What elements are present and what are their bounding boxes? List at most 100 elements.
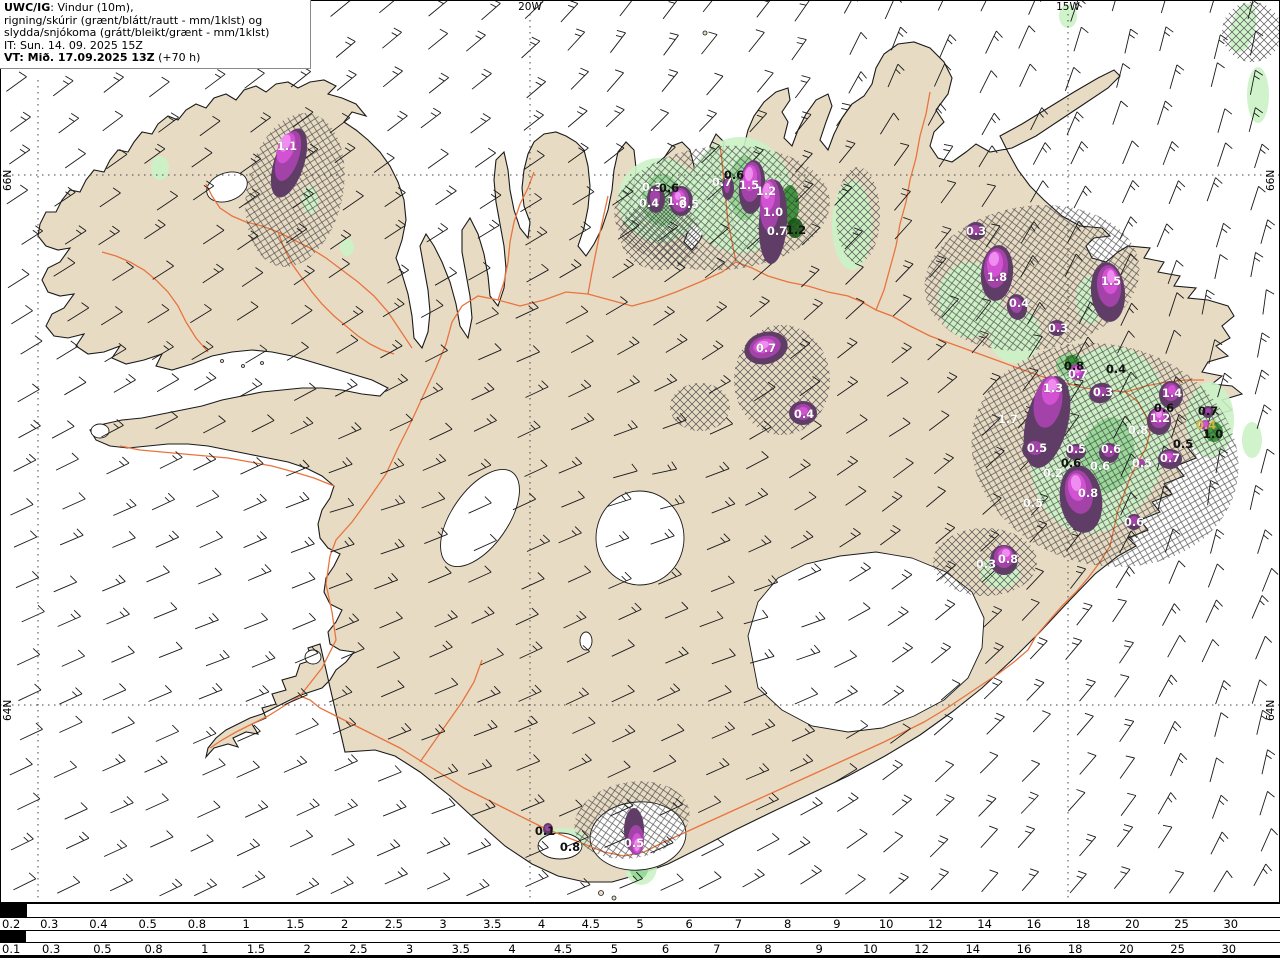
- colorbar-tick-label: 1.5: [246, 942, 266, 956]
- precip-value-label: 0.6: [1124, 515, 1144, 529]
- colorbar-tick-label: 4.5: [581, 917, 600, 931]
- precip-value-label: 1.8: [987, 270, 1007, 284]
- glacier: [595, 490, 685, 586]
- precip-value-label: 0.2: [1043, 466, 1063, 480]
- island: [241, 364, 245, 368]
- colorbar-sleet-snow-labels: 0.2 0.3 0.4 0.5 0.8 1 1.5 2 2.5 3 3.5 4 4.5 5 6 7 8 9 10 12…: [0, 917, 1280, 931]
- parallel-label: 66N: [2, 170, 14, 191]
- colorbar-tick-label: 20: [1119, 942, 1134, 956]
- colorbar-tick-label: 0.2: [2, 917, 21, 931]
- colorbar-tick-label: 18: [1075, 917, 1091, 931]
- colorbar-tick-label: 4: [537, 917, 546, 931]
- colorbar-tick-label: 14: [977, 917, 992, 931]
- green-precip-area: [151, 156, 169, 180]
- parallel-label: 64N: [1265, 700, 1277, 721]
- glacier: [90, 423, 110, 439]
- glacier: [304, 649, 322, 665]
- colorbar-tick-label: 10: [863, 942, 878, 956]
- colorbar-tick-label: 25: [1170, 942, 1185, 956]
- precip-value-label: 0.8: [1078, 486, 1098, 500]
- precip-value-label: 0.5: [1023, 496, 1043, 510]
- colorbar-tick-label: 9: [815, 942, 823, 956]
- colorbar-tick-label: 20: [1124, 917, 1140, 931]
- colorbar-tick-label: 9: [833, 917, 841, 931]
- meridian-label: 15W: [1056, 1, 1080, 13]
- parallel-label: 66N: [1265, 170, 1277, 191]
- title-line-5: VT: Mið. 17.09.2025 13Z (+70 h): [4, 51, 201, 65]
- colorbar-tick-label: 1.5: [286, 917, 305, 931]
- colorbar-tick-label: 7: [713, 942, 721, 956]
- colorbar-rain-labels: 0.1 0.3 0.5 0.8 1 1.5 2 2.5 3 3.5 4 4.5 5 6 7 8 9 10 12 14 1…: [0, 942, 1280, 956]
- precip-value-label: 0.8: [560, 840, 580, 854]
- colorbar-sleet-snow: [0, 903, 1280, 918]
- precip-value-label: 0.3: [1048, 321, 1068, 335]
- weather-map-page: 20W 15W 66N 66N 64N 64N 1.1 0.3 0.4 0.6 1.2 0.5 0.7 0…: [0, 0, 1280, 960]
- colorbar-tick-label: 18: [1067, 942, 1083, 956]
- island: [611, 895, 617, 901]
- island: [220, 359, 224, 363]
- precip-value-label: 0.4: [639, 196, 659, 210]
- colorbar-tick-label: 2: [303, 942, 311, 956]
- colorbar-tick-label: 4.5: [554, 942, 573, 956]
- precip-value-label: 1.0: [1203, 427, 1223, 441]
- green-precip-area: [1247, 67, 1269, 123]
- island: [702, 30, 708, 36]
- precip-value-label: 0.6: [1061, 456, 1081, 470]
- colorbar-tick-label: 5: [610, 942, 619, 956]
- colorbar-tick-label: 8: [764, 942, 772, 956]
- colorbar-tick-label: 0.8: [187, 917, 207, 931]
- colorbar-tick-label: 30: [1221, 942, 1237, 956]
- colorbar-tick-label: 0.1: [2, 942, 21, 956]
- precip-value-label: 0.4: [1009, 296, 1029, 310]
- colorbar-tick-label: 2.5: [384, 917, 403, 931]
- colorbar-tick-label: 8: [784, 917, 792, 931]
- precip-value-label: 1.0: [763, 205, 783, 219]
- colorbar-tick-label: 6: [661, 942, 670, 956]
- precip-value-label: 0.6: [1090, 459, 1110, 473]
- precip-value-label: 0.7: [756, 341, 776, 355]
- colorbar-tick-label: 6: [685, 917, 693, 931]
- precip-value-label: 0.6: [659, 181, 679, 195]
- precip-value-label: 0.8: [1128, 423, 1148, 437]
- colorbar-tick-label: 7: [734, 917, 743, 931]
- precip-value-label: 0.7: [1160, 451, 1180, 465]
- precip-value-label: 0.5: [679, 197, 699, 211]
- valid-time: VT: Mið. 17.09.2025 13Z: [4, 51, 155, 65]
- colorbar-tick-label: 14: [965, 942, 981, 956]
- colorbar-tick-label: 4: [508, 942, 516, 956]
- precip-value-label: 1.5: [1101, 274, 1121, 288]
- precip-value-label: 1.3: [1043, 381, 1063, 395]
- product-code: UWC/IG: [4, 1, 51, 14]
- colorbar-tick-label: 2: [340, 917, 349, 931]
- precip-value-label: 0.8: [998, 552, 1018, 566]
- colorbar-tick-label: 30: [1223, 917, 1239, 931]
- colorbar-tick-label: 3: [405, 942, 414, 956]
- colorbar-tick-label: 0.3: [40, 917, 59, 931]
- colorbar-tick-label: 10: [878, 917, 894, 931]
- precip-value-label: 1.1: [277, 139, 297, 153]
- colorbar-tick-label: 0.3: [42, 942, 61, 956]
- weather-map: 20W 15W66N 66N64N 64N1.10.30.40.61.20.50.70…: [0, 0, 1280, 903]
- precip-value-label: 0.5: [1066, 442, 1086, 456]
- precip-value-label: 0.5: [624, 836, 644, 850]
- precip-value-label: 1.2: [786, 223, 806, 237]
- colorbar-cell: [26, 904, 27, 917]
- colorbar-tick-label: 16: [1016, 942, 1032, 956]
- precip-value-label: 1.2: [756, 184, 776, 198]
- colorbar-tick-label: 3.5: [483, 917, 502, 931]
- colorbar-tick-label: 3.5: [451, 942, 470, 956]
- precip-value-label: 0.4: [794, 407, 814, 421]
- colorbar-tick-label: 1: [201, 942, 209, 956]
- colorbar-rain: [0, 930, 1280, 943]
- colorbar-cell: [25, 931, 26, 942]
- shower-hatch-area: [670, 383, 730, 431]
- meridian-label: 20W: [518, 1, 542, 13]
- island: [598, 890, 604, 896]
- precip-value-label: 0.5: [1173, 437, 1193, 451]
- precip-value-label: 0.4: [1106, 362, 1126, 376]
- precip-value-label: 0.5: [1027, 441, 1047, 455]
- precip-value-label: 0.7: [1198, 404, 1218, 418]
- colorbar-tick-label: 12: [928, 917, 943, 931]
- colorbar-legends: 0.2 0.3 0.4 0.5 0.8 1 1.5 2 2.5 3 3.5 4 4.5 5 6 7 8 9 10 12…: [0, 903, 1280, 958]
- colorbar-tick-label: 3: [439, 917, 447, 931]
